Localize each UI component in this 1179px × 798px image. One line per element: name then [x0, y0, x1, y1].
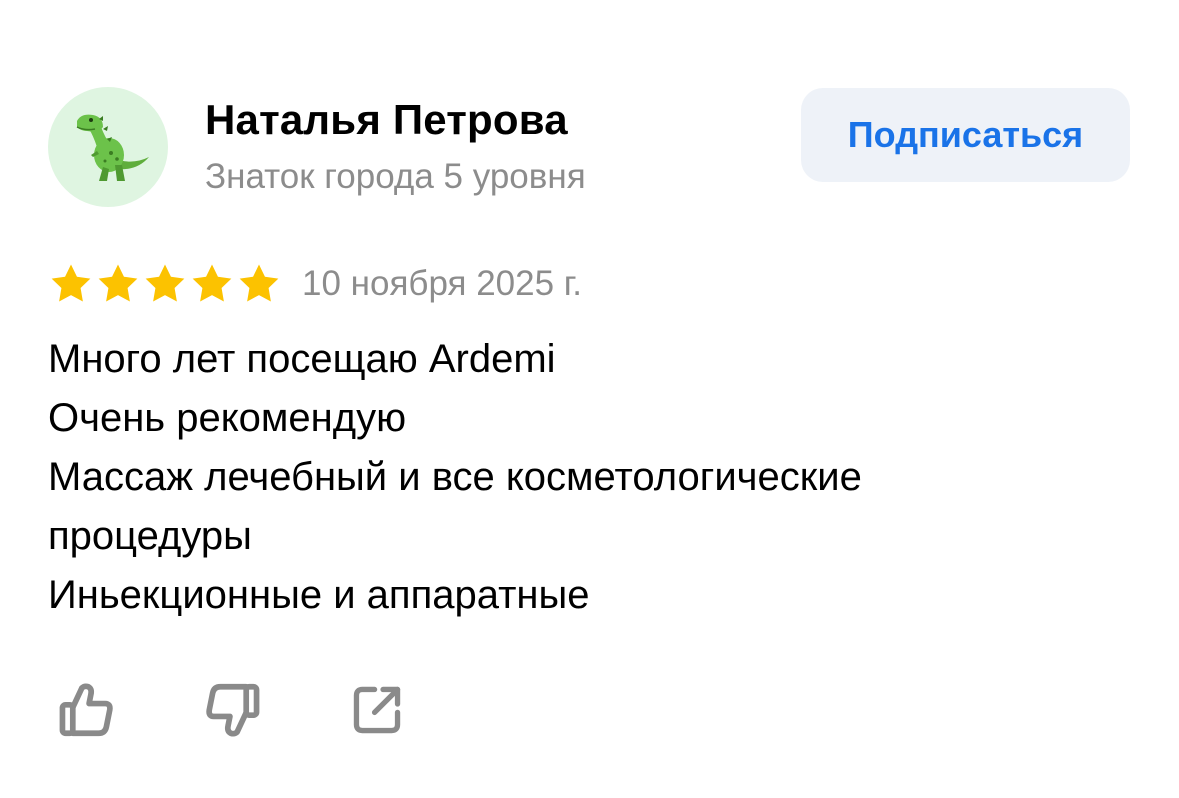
- avatar[interactable]: [48, 87, 168, 207]
- thumbs-up-icon: [59, 683, 113, 737]
- star-icon: [48, 261, 94, 307]
- review-line: процедуры: [48, 514, 252, 558]
- review-line: Много лет посещаю Ardemi: [48, 337, 556, 381]
- star-icon: [95, 261, 141, 307]
- review-text: Много лет посещаю Ardemi Очень рекоменду…: [48, 330, 1128, 625]
- review-date: 10 ноября 2025 г.: [302, 264, 582, 303]
- share-button[interactable]: [342, 675, 412, 745]
- thumbs-down-icon: [206, 683, 260, 737]
- review-line: Очень рекомендую: [48, 396, 407, 440]
- star-icon: [189, 261, 235, 307]
- share-icon: [353, 686, 401, 734]
- like-button[interactable]: [52, 675, 122, 745]
- review-line: Массаж лечебный и все косметологические: [48, 455, 862, 499]
- rating-row: 10 ноября 2025 г.: [48, 258, 582, 310]
- star-icon: [142, 261, 188, 307]
- star-rating: [48, 261, 282, 307]
- subscribe-button[interactable]: Подписаться: [801, 88, 1130, 182]
- dislike-button[interactable]: [197, 675, 267, 745]
- dinosaur-icon: [76, 114, 149, 181]
- star-icon: [236, 261, 282, 307]
- author-name[interactable]: Наталья Петрова: [205, 96, 568, 144]
- review-card: Наталья Петрова Знаток города 5 уровня П…: [0, 0, 1179, 798]
- review-actions: [52, 675, 487, 745]
- review-line: Иньекционные и аппаратные: [48, 573, 590, 617]
- author-level: Знаток города 5 уровня: [205, 157, 586, 196]
